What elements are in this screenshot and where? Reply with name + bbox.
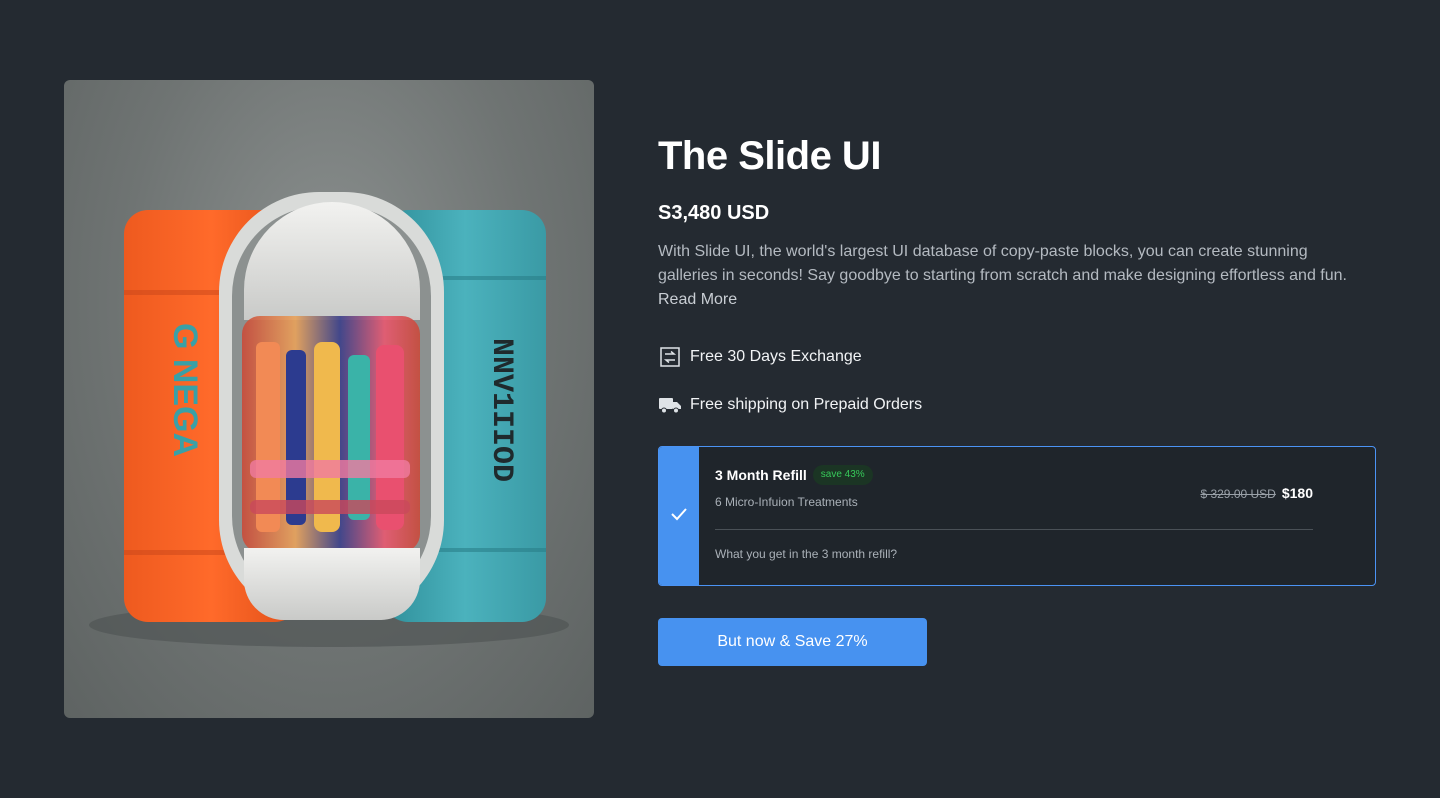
read-more-link[interactable]: Read More bbox=[658, 291, 737, 308]
plan-name-row: 3 Month Refill save 43% bbox=[715, 465, 873, 485]
svg-text:G NEGA: G NEGA bbox=[166, 323, 204, 457]
product-title: The Slide UI bbox=[658, 134, 881, 178]
exchange-icon bbox=[658, 345, 682, 369]
product-description: With Slide UI, the world's largest UI da… bbox=[658, 240, 1370, 312]
truck-icon bbox=[658, 393, 682, 417]
plan-prices: $ 329.00 USD $180 bbox=[1200, 485, 1313, 509]
product-price: S3,480 USD bbox=[658, 202, 770, 224]
plan-subtitle: 6 Micro-Infuion Treatments bbox=[715, 495, 858, 509]
plan-body: 3 Month Refill save 43% 6 Micro-Infuion … bbox=[699, 447, 1375, 585]
plan-old-price: $ 329.00 USD bbox=[1200, 487, 1276, 501]
plan-header: 3 Month Refill save 43% 6 Micro-Infuion … bbox=[715, 465, 1313, 509]
plan-name: 3 Month Refill bbox=[715, 467, 807, 483]
plan-details: 3 Month Refill save 43% 6 Micro-Infuion … bbox=[715, 465, 873, 509]
plan-selected-indicator bbox=[659, 447, 699, 585]
product-info: The Slide UI S3,480 USD With Slide UI, t… bbox=[658, 130, 1378, 666]
plan-new-price: $180 bbox=[1281, 485, 1313, 501]
plan-divider bbox=[715, 529, 1313, 530]
perk-shipping: Free shipping on Prepaid Orders bbox=[658, 392, 1378, 418]
product-image: NNV1IIOD G NEGA bbox=[64, 80, 594, 718]
description-text: With Slide UI, the world's largest UI da… bbox=[658, 243, 1347, 284]
perk-label: Free shipping on Prepaid Orders bbox=[690, 396, 923, 413]
buy-now-button[interactable]: But now & Save 27% bbox=[658, 618, 927, 666]
perk-exchange: Free 30 Days Exchange bbox=[658, 344, 1378, 370]
plan-details-link[interactable]: What you get in the 3 month refill? bbox=[715, 547, 1313, 561]
svg-text:NNV1IIOD: NNV1IIOD bbox=[484, 338, 518, 482]
perk-label: Free 30 Days Exchange bbox=[690, 348, 862, 365]
perks-list: Free 30 Days Exchange Free shipping on P… bbox=[658, 344, 1378, 418]
plan-option-3-month[interactable]: 3 Month Refill save 43% 6 Micro-Infuion … bbox=[658, 446, 1376, 586]
check-icon bbox=[670, 507, 688, 526]
save-badge: save 43% bbox=[812, 465, 873, 485]
